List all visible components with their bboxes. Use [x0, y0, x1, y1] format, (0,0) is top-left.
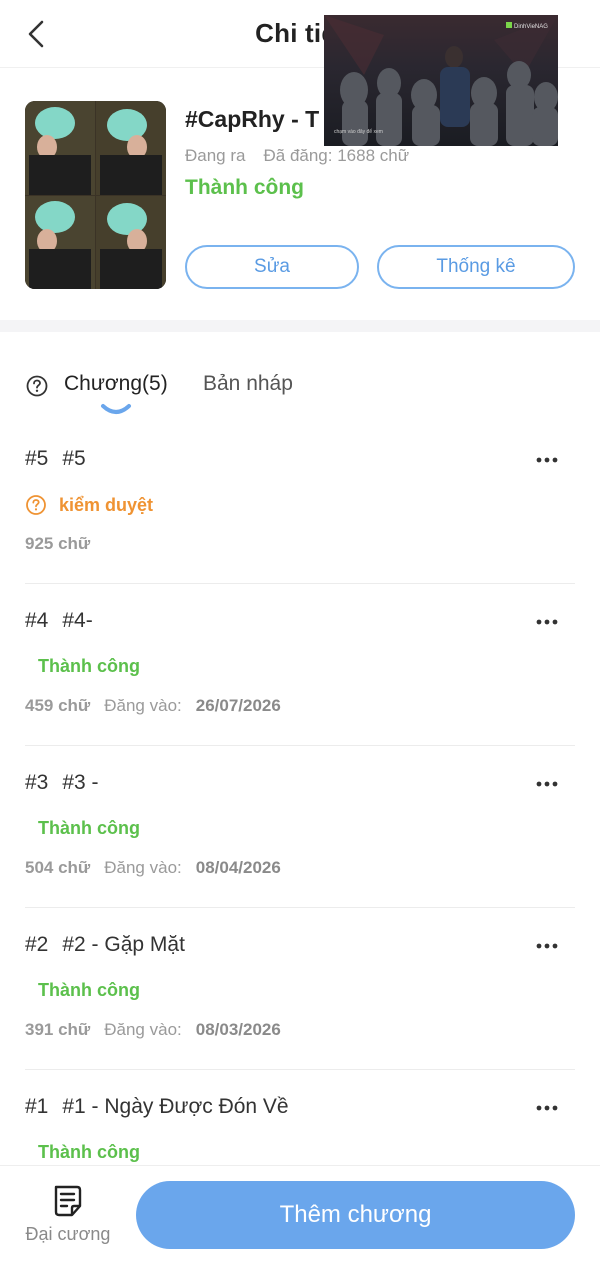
story-meta: Đang ra Đã đăng: 1688 chữ: [185, 146, 409, 166]
chapter-name: #4-: [62, 609, 93, 632]
story-status: Thành công: [185, 176, 304, 199]
chapter-info: 459 chữ Đăng vào: 26/07/2026: [25, 696, 281, 716]
chapter-posted-date: 08/04/2026: [195, 858, 281, 877]
story-word-count: Đã đăng: 1688 chữ: [263, 146, 410, 165]
chapter-name: #3 -: [62, 771, 99, 794]
chapter-status: Thành công: [38, 656, 140, 676]
chapter-posted-label: Đăng vào:: [104, 696, 182, 715]
chapter-status-label: kiểm duyệt: [59, 494, 154, 515]
story-state: Đang ra: [185, 146, 246, 165]
chapter-list: #5 #5 kiểm duyệt 925 chữ #4 #4- Thành công…: [0, 422, 600, 1232]
chapter-title: #2 #2 - Gặp Mặt: [25, 933, 185, 957]
chapter-number: #4: [25, 609, 49, 632]
statistics-button[interactable]: Thống kê: [377, 245, 575, 289]
video-badge: DinhVieNAG: [514, 24, 548, 30]
tab-drafts[interactable]: Bản nháp: [203, 372, 293, 396]
story-cover-image[interactable]: [25, 101, 166, 289]
chapter-row[interactable]: #3 #3 - Thành công 504 chữ Đăng vào: 08/04/…: [0, 746, 600, 908]
chapter-row[interactable]: #5 #5 kiểm duyệt 925 chữ: [0, 422, 600, 584]
chapter-title: #1 #1 - Ngày Được Đón Về: [25, 1095, 289, 1119]
bottom-action-bar: Đại cương Thêm chương: [0, 1165, 600, 1261]
more-horizontal-icon: [536, 1105, 558, 1111]
edit-button[interactable]: Sửa: [185, 245, 359, 289]
more-horizontal-icon: [536, 457, 558, 463]
chapter-status: Thành công: [38, 818, 140, 838]
chapter-info: 925 chữ: [25, 534, 90, 554]
chapter-more-button[interactable]: [530, 772, 564, 796]
chapter-number: #1: [25, 1095, 49, 1118]
document-outline-icon: [54, 1185, 82, 1217]
chapter-more-button[interactable]: [530, 610, 564, 634]
chapter-name: #2 - Gặp Mặt: [62, 933, 185, 956]
chapter-posted-label: Đăng vào:: [104, 1020, 182, 1039]
chapter-posted-date: 26/07/2026: [195, 696, 281, 715]
chapter-status: kiểm duyệt: [25, 494, 153, 516]
chapter-number: #5: [25, 447, 49, 470]
chapter-name: #1 - Ngày Được Đón Về: [62, 1095, 289, 1118]
tab-chapters[interactable]: Chương(5): [64, 372, 168, 396]
chapter-tabs: Chương(5) Bản nháp: [0, 332, 600, 422]
chapter-posted-label: Đăng vào:: [104, 858, 182, 877]
chapter-number: #3: [25, 771, 49, 794]
chapter-name: #5: [62, 447, 86, 470]
chapter-more-button[interactable]: [530, 934, 564, 958]
chapter-more-button[interactable]: [530, 1096, 564, 1120]
chapter-word-count: 459 chữ: [25, 696, 91, 715]
chapter-title: #5 #5: [25, 447, 86, 471]
chapter-info: 504 chữ Đăng vào: 08/04/2026: [25, 858, 281, 878]
pending-review-icon: [26, 495, 46, 515]
chapter-number: #2: [25, 933, 49, 956]
chapter-word-count: 391 chữ: [25, 1020, 91, 1039]
section-divider: [0, 320, 600, 332]
help-circle-icon[interactable]: [26, 375, 48, 397]
chapter-more-button[interactable]: [530, 448, 564, 472]
add-chapter-button[interactable]: Thêm chương: [136, 1181, 575, 1249]
outline-button[interactable]: Đại cương: [18, 1184, 118, 1254]
story-title: #CapRhy - T: [185, 106, 320, 132]
chapter-info: 391 chữ Đăng vào: 08/03/2026: [25, 1020, 281, 1040]
chapter-status: Thành công: [38, 980, 140, 1000]
chapter-row[interactable]: #2 #2 - Gặp Mặt Thành công 391 chữ Đăng và…: [0, 908, 600, 1070]
chapter-word-count: 925 chữ: [25, 534, 91, 553]
chapter-row[interactable]: #4 #4- Thành công 459 chữ Đăng vào: 26/07/2…: [0, 584, 600, 746]
story-summary-card: #CapRhy - T Đang ra Đã đăng: 1688 chữ Thà…: [0, 68, 600, 320]
chapter-status: Thành công: [38, 1142, 140, 1162]
chapter-word-count: 504 chữ: [25, 858, 91, 877]
more-horizontal-icon: [536, 943, 558, 949]
chapter-title: #4 #4-: [25, 609, 93, 633]
active-tab-indicator: [101, 404, 131, 414]
chapter-posted-date: 08/03/2026: [195, 1020, 281, 1039]
chapter-title: #3 #3 -: [25, 771, 99, 795]
more-horizontal-icon: [536, 781, 558, 787]
outline-label: Đại cương: [25, 1224, 111, 1244]
more-horizontal-icon: [536, 619, 558, 625]
